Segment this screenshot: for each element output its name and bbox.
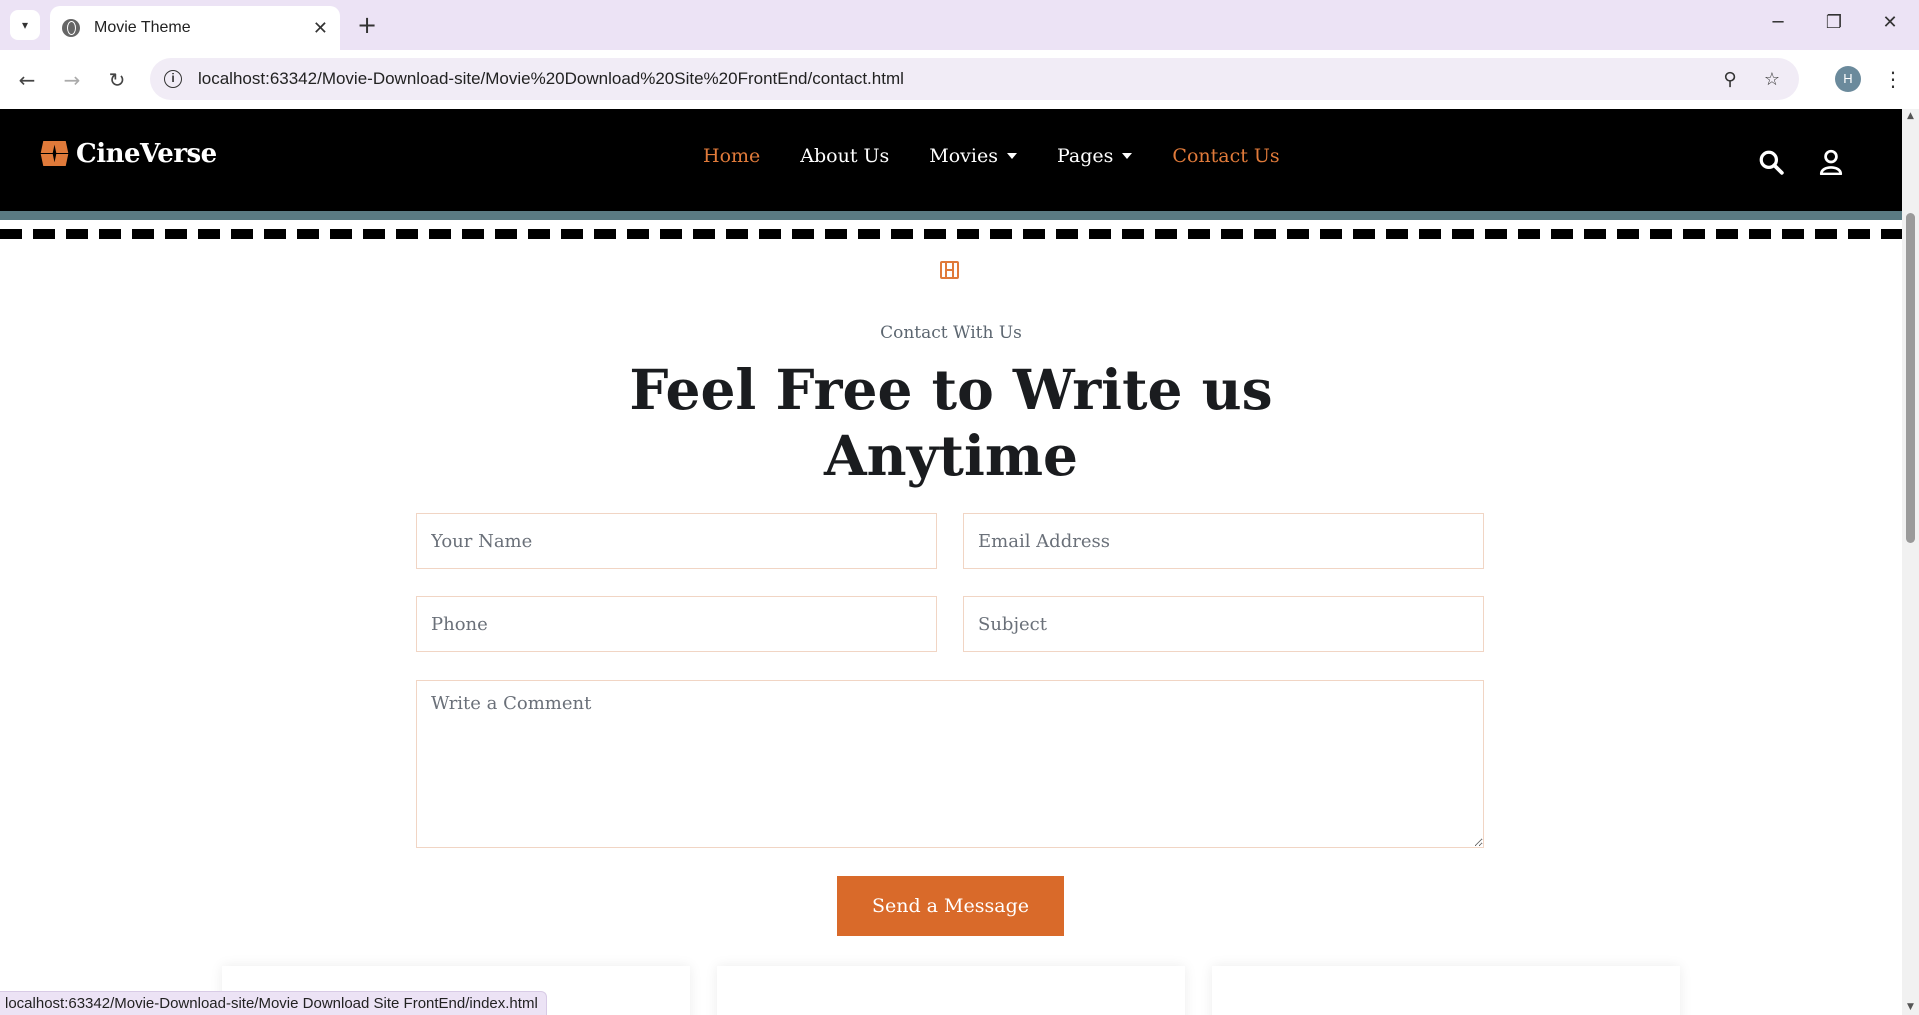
back-button[interactable]: ← xyxy=(10,63,44,97)
comment-textarea[interactable] xyxy=(416,680,1484,848)
browser-tab-bar: ▾ Movie Theme ✕ + ─ ❐ ✕ xyxy=(0,0,1919,50)
new-tab-button[interactable]: + xyxy=(352,10,382,40)
browser-menu-icon[interactable]: ⋮ xyxy=(1880,62,1906,96)
site-header: CineVerse Home About Us Movies Pages Con… xyxy=(0,109,1902,211)
caret-down-icon xyxy=(1122,153,1133,159)
tab-title: Movie Theme xyxy=(94,19,191,36)
tab-search-dropdown-icon[interactable]: ▾ xyxy=(10,10,40,40)
section-kicker: Contact With Us xyxy=(880,323,1022,343)
header-stripe xyxy=(0,211,1902,220)
section-headline: Feel Free to Write us Anytime xyxy=(629,357,1273,488)
phone-input[interactable] xyxy=(416,596,937,652)
nav-movies[interactable]: Movies xyxy=(929,145,1017,167)
reload-button[interactable]: ↻ xyxy=(100,63,134,97)
name-input[interactable] xyxy=(416,513,937,569)
close-window-button[interactable]: ✕ xyxy=(1870,8,1910,38)
link-status-bubble: localhost:63342/Movie-Download-site/Movi… xyxy=(0,991,547,1015)
site-logo[interactable]: CineVerse xyxy=(40,139,217,169)
nav-pages[interactable]: Pages xyxy=(1057,145,1133,167)
profile-avatar[interactable]: H xyxy=(1835,66,1861,92)
search-icon[interactable] xyxy=(1758,149,1784,175)
forward-button[interactable]: → xyxy=(55,63,89,97)
logo-mark-icon xyxy=(40,141,69,167)
scroll-thumb[interactable] xyxy=(1906,213,1915,543)
tab-close-icon[interactable]: ✕ xyxy=(313,18,328,39)
nav-home[interactable]: Home xyxy=(703,145,760,167)
email-input[interactable] xyxy=(963,513,1484,569)
page-viewport: CineVerse Home About Us Movies Pages Con… xyxy=(0,109,1902,1015)
contact-info-card xyxy=(717,966,1185,1015)
minimize-button[interactable]: ─ xyxy=(1758,8,1798,38)
address-bar[interactable]: i localhost:63342/Movie-Download-site/Mo… xyxy=(150,58,1799,100)
contact-info-card xyxy=(1212,966,1680,1015)
bookmark-star-icon[interactable]: ☆ xyxy=(1757,69,1787,90)
scroll-up-icon[interactable]: ▲ xyxy=(1905,111,1916,122)
restore-button[interactable]: ❐ xyxy=(1814,8,1854,38)
nav-contact-us[interactable]: Contact Us xyxy=(1172,145,1279,167)
logo-text: CineVerse xyxy=(76,139,217,169)
scroll-down-icon[interactable]: ▼ xyxy=(1905,1002,1916,1013)
nav-about-us[interactable]: About Us xyxy=(800,145,889,167)
user-icon[interactable] xyxy=(1818,149,1844,175)
browser-tab[interactable]: Movie Theme ✕ xyxy=(50,6,340,50)
globe-icon xyxy=(62,19,80,37)
site-info-icon[interactable]: i xyxy=(164,70,182,88)
url-text[interactable]: localhost:63342/Movie-Download-site/Movi… xyxy=(198,69,1715,89)
caret-down-icon xyxy=(1006,153,1017,159)
zoom-icon[interactable]: ⚲ xyxy=(1715,69,1745,90)
film-icon xyxy=(940,261,959,279)
page-scrollbar[interactable]: ▲ ▼ xyxy=(1902,109,1919,1015)
film-strip-divider xyxy=(0,229,1902,239)
subject-input[interactable] xyxy=(963,596,1484,652)
send-message-button[interactable]: Send a Message xyxy=(837,876,1064,936)
main-nav: Home About Us Movies Pages Contact Us xyxy=(703,145,1320,167)
